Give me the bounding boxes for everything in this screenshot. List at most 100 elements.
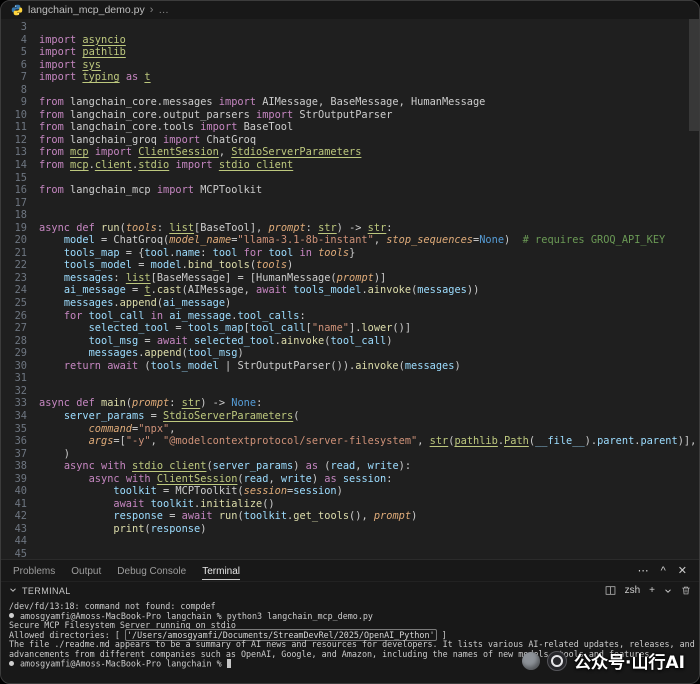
line-number[interactable]: 31 xyxy=(1,372,27,385)
line-number[interactable]: 24 xyxy=(1,284,27,297)
code-line[interactable]: messages.append(tool_msg) xyxy=(39,347,699,360)
code-line[interactable] xyxy=(39,535,699,548)
code-line[interactable] xyxy=(39,385,699,398)
code-line[interactable] xyxy=(39,21,699,34)
code-line[interactable]: messages: list[BaseMessage] = [HumanMess… xyxy=(39,272,699,285)
code-line[interactable]: response = await run(toolkit.get_tools()… xyxy=(39,510,699,523)
code-line[interactable]: async with ClientSession(read, write) as… xyxy=(39,473,699,486)
line-number[interactable]: 8 xyxy=(1,84,27,97)
code-line[interactable]: args=["-y", "@modelcontextprotocol/serve… xyxy=(39,435,699,448)
code-line[interactable]: tools_model = model.bind_tools(tools) xyxy=(39,259,699,272)
line-number[interactable]: 39 xyxy=(1,473,27,486)
close-panel-icon[interactable]: ✕ xyxy=(678,564,687,577)
line-number[interactable]: 12 xyxy=(1,134,27,147)
code-line[interactable] xyxy=(39,372,699,385)
terminal-section-header[interactable]: TERMINAL zsh + xyxy=(1,582,699,599)
code-line[interactable]: from langchain_mcp import MCPToolkit xyxy=(39,184,699,197)
code-line[interactable]: server_params = StdioServerParameters( xyxy=(39,410,699,423)
code-line[interactable]: for tool_call in ai_message.tool_calls: xyxy=(39,310,699,323)
line-number[interactable]: 13 xyxy=(1,146,27,159)
line-number[interactable]: 4 xyxy=(1,34,27,47)
line-number[interactable]: 23 xyxy=(1,272,27,285)
line-number[interactable]: 20 xyxy=(1,234,27,247)
line-number[interactable]: 26 xyxy=(1,310,27,323)
line-number[interactable]: 35 xyxy=(1,423,27,436)
line-number[interactable]: 21 xyxy=(1,247,27,260)
line-number[interactable]: 14 xyxy=(1,159,27,172)
tab-debug-console[interactable]: Debug Console xyxy=(117,562,186,579)
code-line[interactable]: from langchain_core.output_parsers impor… xyxy=(39,109,699,122)
code-line[interactable]: import pathlib xyxy=(39,46,699,59)
code-line[interactable] xyxy=(39,548,699,559)
terminal-profiles-chevron-icon[interactable] xyxy=(664,587,672,595)
code-line[interactable]: toolkit = MCPToolkit(session=session) xyxy=(39,485,699,498)
code-line[interactable] xyxy=(39,84,699,97)
line-number[interactable]: 33 xyxy=(1,397,27,410)
line-number[interactable]: 42 xyxy=(1,510,27,523)
kill-terminal-icon[interactable] xyxy=(681,585,691,596)
more-actions-icon[interactable]: ⋯ xyxy=(638,564,649,577)
shell-label[interactable]: zsh xyxy=(625,585,641,596)
code-line[interactable] xyxy=(39,172,699,185)
code-line[interactable]: import sys xyxy=(39,59,699,72)
line-number[interactable]: 34 xyxy=(1,410,27,423)
code-line[interactable]: from mcp import ClientSession, StdioServ… xyxy=(39,146,699,159)
line-number[interactable]: 16 xyxy=(1,184,27,197)
code-line[interactable]: from langchain_core.tools import BaseToo… xyxy=(39,121,699,134)
maximize-panel-icon[interactable]: ^ xyxy=(661,565,666,577)
code-line[interactable]: messages.append(ai_message) xyxy=(39,297,699,310)
line-number[interactable]: 11 xyxy=(1,121,27,134)
code-line[interactable]: ai_message = t.cast(AIMessage, await too… xyxy=(39,284,699,297)
line-number[interactable]: 38 xyxy=(1,460,27,473)
code-line[interactable]: model = ChatGroq(model_name="llama-3.1-8… xyxy=(39,234,699,247)
line-number[interactable]: 17 xyxy=(1,197,27,210)
code-line[interactable]: await toolkit.initialize() xyxy=(39,498,699,511)
code-line[interactable] xyxy=(39,209,699,222)
line-number[interactable]: 36 xyxy=(1,435,27,448)
code-line[interactable] xyxy=(39,197,699,210)
line-number[interactable]: 6 xyxy=(1,59,27,72)
line-number[interactable]: 45 xyxy=(1,548,27,559)
line-number[interactable]: 7 xyxy=(1,71,27,84)
editor-scrollbar[interactable] xyxy=(689,19,699,131)
code-line[interactable]: async def run(tools: list[BaseTool], pro… xyxy=(39,222,699,235)
line-number[interactable]: 9 xyxy=(1,96,27,109)
tab-problems[interactable]: Problems xyxy=(13,562,55,579)
code-line[interactable]: tools_map = {tool.name: tool for tool in… xyxy=(39,247,699,260)
line-number[interactable]: 28 xyxy=(1,335,27,348)
code-line[interactable]: async with stdio_client(server_params) a… xyxy=(39,460,699,473)
code-line[interactable]: from langchain_groq import ChatGroq xyxy=(39,134,699,147)
code-line[interactable]: from mcp.client.stdio import stdio_clien… xyxy=(39,159,699,172)
breadcrumb-symbol-ellipsis[interactable]: … xyxy=(158,4,169,16)
code-editor[interactable]: 3456789101112131415161718192021222324252… xyxy=(1,19,699,559)
code-line[interactable]: command="npx", xyxy=(39,423,699,436)
tab-terminal[interactable]: Terminal xyxy=(202,562,240,580)
breadcrumb-file-name[interactable]: langchain_mcp_demo.py xyxy=(28,4,145,16)
code-line[interactable]: import asyncio xyxy=(39,34,699,47)
code-line[interactable]: tool_msg = await selected_tool.ainvoke(t… xyxy=(39,335,699,348)
line-number[interactable]: 5 xyxy=(1,46,27,59)
line-number[interactable]: 10 xyxy=(1,109,27,122)
line-number[interactable]: 27 xyxy=(1,322,27,335)
line-number[interactable]: 37 xyxy=(1,448,27,461)
line-number[interactable]: 15 xyxy=(1,172,27,185)
line-number[interactable]: 41 xyxy=(1,498,27,511)
code-line[interactable]: selected_tool = tools_map[tool_call["nam… xyxy=(39,322,699,335)
breadcrumb[interactable]: langchain_mcp_demo.py › … xyxy=(1,1,699,19)
line-number[interactable]: 22 xyxy=(1,259,27,272)
code-line[interactable]: from langchain_core.messages import AIMe… xyxy=(39,96,699,109)
tab-output[interactable]: Output xyxy=(71,562,101,579)
line-number[interactable]: 32 xyxy=(1,385,27,398)
editor-gutter[interactable]: 3456789101112131415161718192021222324252… xyxy=(1,19,27,559)
line-number[interactable]: 19 xyxy=(1,222,27,235)
code-line[interactable]: ) xyxy=(39,448,699,461)
split-terminal-icon[interactable] xyxy=(605,585,616,596)
code-line[interactable]: async def main(prompt: str) -> None: xyxy=(39,397,699,410)
code-line[interactable]: return await (tools_model | StrOutputPar… xyxy=(39,360,699,373)
code-line[interactable]: print(response) xyxy=(39,523,699,536)
line-number[interactable]: 3 xyxy=(1,21,27,34)
editor-code[interactable]: import asyncioimport pathlibimport sysim… xyxy=(27,19,699,559)
line-number[interactable]: 40 xyxy=(1,485,27,498)
new-terminal-icon[interactable]: + xyxy=(649,585,655,596)
line-number[interactable]: 18 xyxy=(1,209,27,222)
